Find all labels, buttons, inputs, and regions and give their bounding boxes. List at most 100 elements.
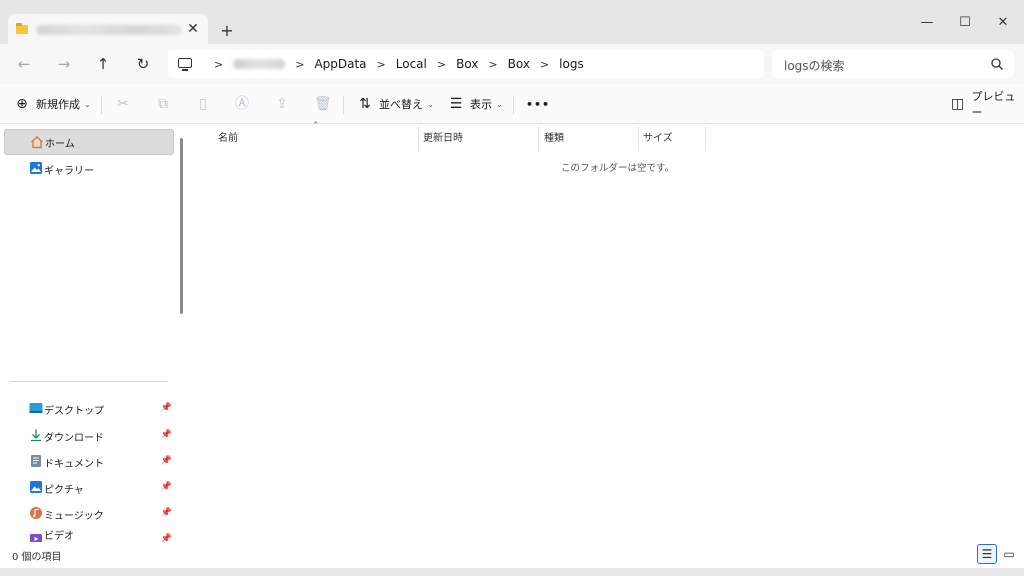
sort-arrows-icon: ⇅	[359, 96, 371, 112]
sidebar-item-music[interactable]: ミュージック 📌	[4, 501, 174, 527]
download-icon	[31, 429, 41, 442]
status-bar: 0 個の項目 ☰ ▭	[0, 542, 1024, 568]
breadcrumb-user-redacted[interactable]	[233, 59, 286, 69]
tiles-view-icon: ▭	[1003, 547, 1015, 561]
column-header-type[interactable]: 種類	[544, 128, 564, 150]
view-lines-icon: ☰	[449, 96, 463, 112]
breadcrumb-item[interactable]: Box	[508, 57, 530, 71]
chevron-down-icon: ⌄	[84, 99, 91, 109]
file-explorer-window: ✕ + — ☐ ✕ ← → ↑ ↻ > > AppData > Local > …	[0, 0, 1024, 576]
sort-button[interactable]: ⇅ 並べ替え ⌄	[357, 92, 434, 116]
new-tab-button[interactable]: +	[217, 21, 237, 41]
delete-button[interactable]: 🗑	[314, 92, 336, 116]
navigation-pane: ホーム ギャラリー デスクトップ 📌 ダウンロード 📌 ドキュメント 📌 ピクチ…	[0, 124, 190, 542]
pin-icon[interactable]: 📌	[161, 482, 172, 492]
item-count: 0 個の項目	[12, 552, 62, 563]
pin-icon[interactable]: 📌	[161, 403, 172, 413]
share-button[interactable]: ⇪	[274, 92, 296, 116]
column-header-size[interactable]: サイズ	[643, 128, 673, 150]
clipboard-icon: ▯	[199, 96, 207, 112]
breadcrumb-item[interactable]: Local	[396, 57, 427, 71]
sidebar-item-documents[interactable]: ドキュメント 📌	[4, 449, 174, 475]
cut-button[interactable]: ✂	[115, 92, 137, 116]
tab-current[interactable]: ✕	[8, 14, 208, 44]
plus-circle-icon: ⊕	[16, 96, 28, 112]
preview-button-label: プレビュー	[971, 90, 1016, 119]
column-divider[interactable]	[418, 126, 419, 150]
preview-pane-button[interactable]: ◫ プレビュー	[950, 90, 1024, 119]
home-icon	[31, 136, 43, 149]
column-header-name[interactable]: 名前	[218, 128, 238, 150]
toolbar-divider	[343, 96, 344, 114]
back-button[interactable]: ←	[14, 54, 34, 74]
videos-icon	[30, 534, 42, 542]
breadcrumb-item[interactable]: logs	[559, 57, 584, 71]
rename-icon: Ⓐ	[235, 96, 249, 112]
breadcrumb-separator[interactable]: >	[488, 58, 497, 71]
paste-button[interactable]: ▯	[195, 92, 217, 116]
breadcrumb-item[interactable]: AppData	[314, 57, 366, 71]
breadcrumb-separator[interactable]: >	[214, 58, 223, 71]
breadcrumb-separator[interactable]: >	[540, 58, 549, 71]
more-options-button[interactable]: •••	[526, 92, 550, 116]
breadcrumb-separator[interactable]: >	[295, 58, 304, 71]
sidebar-item-pictures[interactable]: ピクチャ 📌	[4, 475, 174, 501]
sidebar-item-gallery[interactable]: ギャラリー	[4, 156, 174, 182]
tiles-view-button[interactable]: ▭	[999, 544, 1019, 564]
this-pc-icon[interactable]	[178, 58, 192, 71]
sidebar-scrollbar[interactable]	[180, 138, 183, 314]
pin-icon[interactable]: 📌	[161, 456, 172, 466]
breadcrumb-separator[interactable]: >	[377, 58, 386, 71]
close-window-button[interactable]: ✕	[992, 12, 1014, 34]
copy-button[interactable]: ⧉	[155, 92, 177, 116]
pin-icon[interactable]: 📌	[161, 430, 172, 440]
folder-icon	[16, 23, 28, 34]
view-button[interactable]: ☰ 表示 ⌄	[448, 92, 503, 116]
address-bar[interactable]: > > AppData > Local > Box > Box > logs	[168, 50, 764, 78]
share-icon: ⇪	[276, 96, 288, 112]
sidebar-item-downloads[interactable]: ダウンロード 📌	[4, 423, 174, 449]
sort-button-label: 並べ替え	[379, 98, 423, 111]
music-icon	[30, 507, 42, 519]
refresh-button[interactable]: ↻	[133, 54, 153, 74]
sidebar-item-desktop[interactable]: デスクトップ 📌	[4, 396, 174, 422]
column-divider[interactable]	[638, 126, 639, 150]
window-bottom-edge	[0, 568, 1024, 576]
breadcrumb-separator[interactable]: >	[437, 58, 446, 71]
chevron-down-icon: ⌄	[427, 99, 434, 109]
title-bar: ✕ + — ☐ ✕	[0, 0, 1024, 44]
tab-close-button[interactable]: ✕	[184, 20, 202, 38]
details-view-button[interactable]: ☰	[977, 544, 997, 564]
sidebar-item-label: ギャラリー	[44, 165, 94, 177]
column-divider[interactable]	[538, 126, 539, 150]
forward-button[interactable]: →	[54, 54, 74, 74]
scissors-icon: ✂	[117, 96, 129, 112]
search-box[interactable]: logsの検索	[772, 50, 1014, 78]
desktop-icon	[29, 403, 43, 413]
breadcrumb-item[interactable]: Box	[456, 57, 478, 71]
pin-icon[interactable]: 📌	[161, 534, 172, 542]
new-button[interactable]: ⊕ 新規作成 ⌄	[14, 92, 91, 116]
sidebar-item-label: ホーム	[45, 138, 75, 150]
chevron-down-icon: ⌄	[496, 99, 503, 109]
sidebar-item-label: ピクチャ	[44, 484, 84, 496]
sidebar-item-videos[interactable]: ビデオ 📌	[4, 527, 174, 542]
search-placeholder[interactable]: logsの検索	[784, 57, 845, 74]
view-button-label: 表示	[470, 98, 492, 111]
details-view-icon: ☰	[981, 547, 993, 561]
rename-button[interactable]: Ⓐ	[234, 92, 256, 116]
sidebar-item-home[interactable]: ホーム	[4, 129, 174, 155]
pictures-icon	[30, 481, 42, 493]
column-header-date[interactable]: 更新日時	[423, 128, 463, 150]
up-button[interactable]: ↑	[93, 54, 113, 74]
minimize-button[interactable]: —	[916, 12, 938, 34]
pin-icon[interactable]: 📌	[161, 508, 172, 518]
toolbar-divider	[101, 96, 102, 114]
sidebar-divider	[10, 381, 168, 382]
gallery-icon	[30, 162, 42, 174]
sidebar-item-label: ミュージック	[44, 510, 104, 522]
maximize-button[interactable]: ☐	[954, 12, 976, 34]
column-divider[interactable]	[705, 126, 706, 150]
new-button-label: 新規作成	[36, 98, 80, 111]
search-icon[interactable]	[990, 57, 1004, 71]
